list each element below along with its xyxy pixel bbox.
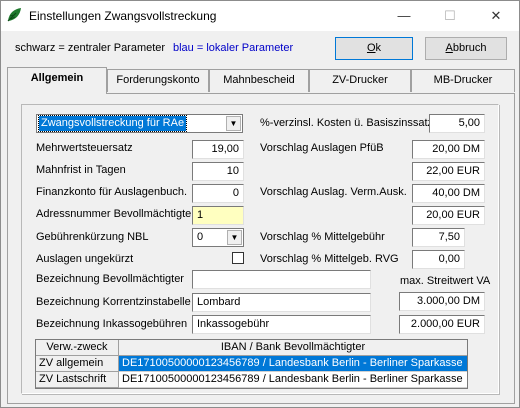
mittelgeb-label: Vorschlag % Mittelgebühr xyxy=(260,231,385,243)
window-title: Einstellungen Zwangsvollstreckung xyxy=(29,9,217,23)
bez-inkasso-input[interactable]: Inkassogebühr xyxy=(192,315,371,334)
grid-row-iban[interactable]: DE17100500000123456789 / Landesbank Berl… xyxy=(119,356,467,372)
iban-grid: Verw.-zweck IBAN / Bank Bevollmächtigter… xyxy=(35,339,468,389)
tab-mb-drucker[interactable]: MB-Drucker xyxy=(411,69,515,92)
gebuehren-label: Gebührenkürzung NBL xyxy=(36,231,149,243)
zv-type-select[interactable]: Zwangsvollstreckung für RAe ▼ xyxy=(36,114,243,133)
auslagen-checkbox[interactable] xyxy=(232,252,244,264)
bez-inkasso-label: Bezeichnung Inkassogebühren xyxy=(36,318,188,330)
grid-header-zweck[interactable]: Verw.-zweck xyxy=(36,340,119,356)
zv-type-value: Zwangsvollstreckung für RAe xyxy=(37,115,188,132)
bez-korrenz-label: Bezeichnung Korrentzinstabelle xyxy=(36,296,191,308)
legend-central: schwarz = zentraler Parameter xyxy=(15,42,166,54)
inkasso-eur-input[interactable]: 2.000,00 EUR xyxy=(399,315,485,334)
mwst-label: Mehrwertsteuersatz xyxy=(36,142,133,154)
bez-bevoll-label: Bezeichnung Bevollmächtigter xyxy=(36,273,184,285)
mittelgeb-rvg-label: Vorschlag % Mittelgeb. RVG xyxy=(260,253,399,265)
cancel-mnemonic: A xyxy=(445,42,453,54)
max-streitwert-label: max. Streitwert VA xyxy=(400,275,491,287)
ok-label-rest: k xyxy=(375,42,382,54)
grid-row-iban[interactable]: DE17100500000123456789 / Landesbank Berl… xyxy=(119,372,467,388)
minimize-button[interactable]: — xyxy=(381,1,427,31)
tab-allgemein[interactable]: Allgemein xyxy=(7,67,107,94)
bez-korrenz-input[interactable]: Lombard xyxy=(192,293,371,312)
mwst-input[interactable]: 19,00 xyxy=(192,140,244,159)
verzinsl-input[interactable]: 5,00 xyxy=(429,114,485,133)
maximize-button[interactable]: ☐ xyxy=(427,1,473,31)
chevron-down-icon: ▼ xyxy=(227,230,242,245)
auslagen-label: Auslagen ungekürzt xyxy=(36,253,134,265)
cancel-button[interactable]: Abbruch xyxy=(425,37,507,60)
gebuehren-select[interactable]: 0 ▼ xyxy=(192,228,244,247)
tab-mahnbescheid[interactable]: Mahnbescheid xyxy=(209,69,309,92)
pfueb-dm-input[interactable]: 20,00 DM xyxy=(412,140,485,159)
settings-window: Einstellungen Zwangsvollstreckung — ☐ ✕ … xyxy=(0,0,520,408)
vermausk-eur-input[interactable]: 20,00 EUR xyxy=(412,206,485,225)
grid-row-zweck[interactable]: ZV allgemein xyxy=(36,356,119,372)
bez-bevoll-input[interactable] xyxy=(192,270,371,289)
legend-local: blau = lokaler Parameter xyxy=(173,42,294,54)
grid-header-iban[interactable]: IBAN / Bank Bevollmächtigter xyxy=(119,340,467,356)
tab-zv-drucker[interactable]: ZV-Drucker xyxy=(309,69,411,92)
vermausk-dm-input[interactable]: 40,00 DM xyxy=(412,184,485,203)
cancel-label-rest: bbruch xyxy=(452,42,487,54)
mahnfrist-input[interactable]: 10 xyxy=(192,162,244,181)
tab-forderungskonto[interactable]: Forderungskonto xyxy=(107,69,209,92)
finanzkonto-input[interactable]: 0 xyxy=(192,184,244,203)
close-button[interactable]: ✕ xyxy=(473,1,519,31)
pfueb-label: Vorschlag Auslagen PfüB xyxy=(260,142,384,154)
mahnfrist-label: Mahnfrist in Tagen xyxy=(36,164,126,176)
pfueb-eur-input[interactable]: 22,00 EUR xyxy=(412,162,485,181)
gebuehren-value: 0 xyxy=(197,231,204,243)
vermausk-label: Vorschlag Auslag. Verm.Ausk. xyxy=(260,186,407,198)
title-bar: Einstellungen Zwangsvollstreckung — ☐ ✕ xyxy=(1,1,519,31)
mittelgeb-input[interactable]: 7,50 xyxy=(412,228,465,247)
app-leaf-icon xyxy=(7,8,21,22)
finanzkonto-label: Finanzkonto für Auslagenbuch. xyxy=(36,186,188,198)
adressnummer-input[interactable]: 1 xyxy=(192,206,244,225)
max-streitwert-input[interactable]: 3.000,00 DM xyxy=(399,292,485,311)
chevron-down-icon: ▼ xyxy=(226,116,241,131)
ok-mnemonic: O xyxy=(366,42,376,54)
ok-button[interactable]: Ok xyxy=(335,37,413,60)
adressnummer-label: Adressnummer Bevollmächtigter xyxy=(36,208,195,220)
mittelgeb-rvg-input[interactable]: 0,00 xyxy=(412,250,465,269)
verzinsl-label: %-verzinsl. Kosten ü. Basiszinssatz xyxy=(260,117,434,129)
grid-row-zweck[interactable]: ZV Lastschrift xyxy=(36,372,119,388)
